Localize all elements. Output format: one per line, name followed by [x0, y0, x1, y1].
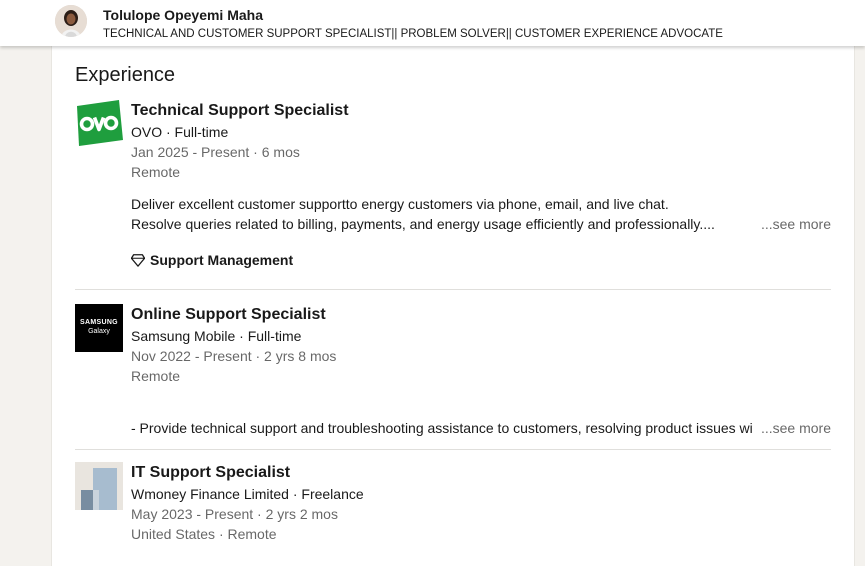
ovo-logo-icon	[75, 100, 123, 148]
job-title[interactable]: Technical Support Specialist	[131, 100, 831, 122]
date-range: Jan 2025 - Present · 6 mos	[131, 144, 300, 160]
experience-info: Online Support Specialist Samsung Mobile…	[131, 304, 831, 386]
profile-headline: TECHNICAL AND CUSTOMER SUPPORT SPECIALIS…	[103, 28, 723, 40]
company-logo-ovo[interactable]	[75, 100, 123, 148]
divider	[75, 289, 831, 290]
company-employment-type: Wmoney Finance Limited · Freelance	[131, 486, 364, 502]
date-range: Nov 2022 - Present · 2 yrs 8 mos	[131, 348, 337, 364]
company-employment-type: Samsung Mobile · Full-time	[131, 328, 302, 344]
diamond-icon	[131, 254, 145, 267]
job-title[interactable]: IT Support Specialist	[131, 462, 831, 484]
company-placeholder-icon	[75, 462, 123, 510]
logo-text: Galaxy	[88, 328, 110, 335]
description-line: Deliver excellent customer supportto ene…	[131, 196, 669, 212]
job-description: Deliver excellent customer supportto ene…	[131, 194, 831, 234]
description-line: Resolve queries related to billing, paym…	[131, 216, 715, 232]
divider	[75, 449, 831, 450]
see-more-link[interactable]: ...see more	[761, 214, 831, 234]
section-title: Experience	[75, 64, 176, 86]
work-location: United States · Remote	[131, 526, 277, 542]
work-location: Remote	[131, 164, 181, 180]
description-line: - Provide technical support and troubles…	[131, 420, 753, 436]
experience-info: IT Support Specialist Wmoney Finance Lim…	[131, 462, 831, 544]
company-logo-samsung[interactable]: SAMSUNG Galaxy	[75, 304, 123, 352]
work-location: Remote	[131, 368, 181, 384]
profile-sticky-header: Tolulope Opeyemi Maha TECHNICAL AND CUST…	[0, 0, 865, 46]
job-description: - Provide technical support and troubles…	[131, 418, 831, 438]
date-range: May 2023 - Present · 2 yrs 2 mos	[131, 506, 338, 522]
skill-tag[interactable]: Support Management	[131, 252, 293, 268]
experience-section: Experience Technical Support Specialist …	[51, 46, 855, 566]
job-title[interactable]: Online Support Specialist	[131, 304, 831, 326]
see-more-link[interactable]: ...see more	[761, 418, 831, 438]
logo-text: SAMSUNG	[80, 319, 118, 326]
profile-name: Tolulope Opeyemi Maha	[103, 7, 263, 23]
profile-avatar[interactable]	[55, 5, 87, 37]
company-logo-wmoney[interactable]	[75, 462, 123, 510]
company-employment-type: OVO · Full-time	[131, 124, 229, 140]
experience-info: Technical Support Specialist OVO · Full-…	[131, 100, 831, 182]
skill-label: Support Management	[150, 252, 294, 268]
avatar-image-icon	[55, 5, 87, 37]
